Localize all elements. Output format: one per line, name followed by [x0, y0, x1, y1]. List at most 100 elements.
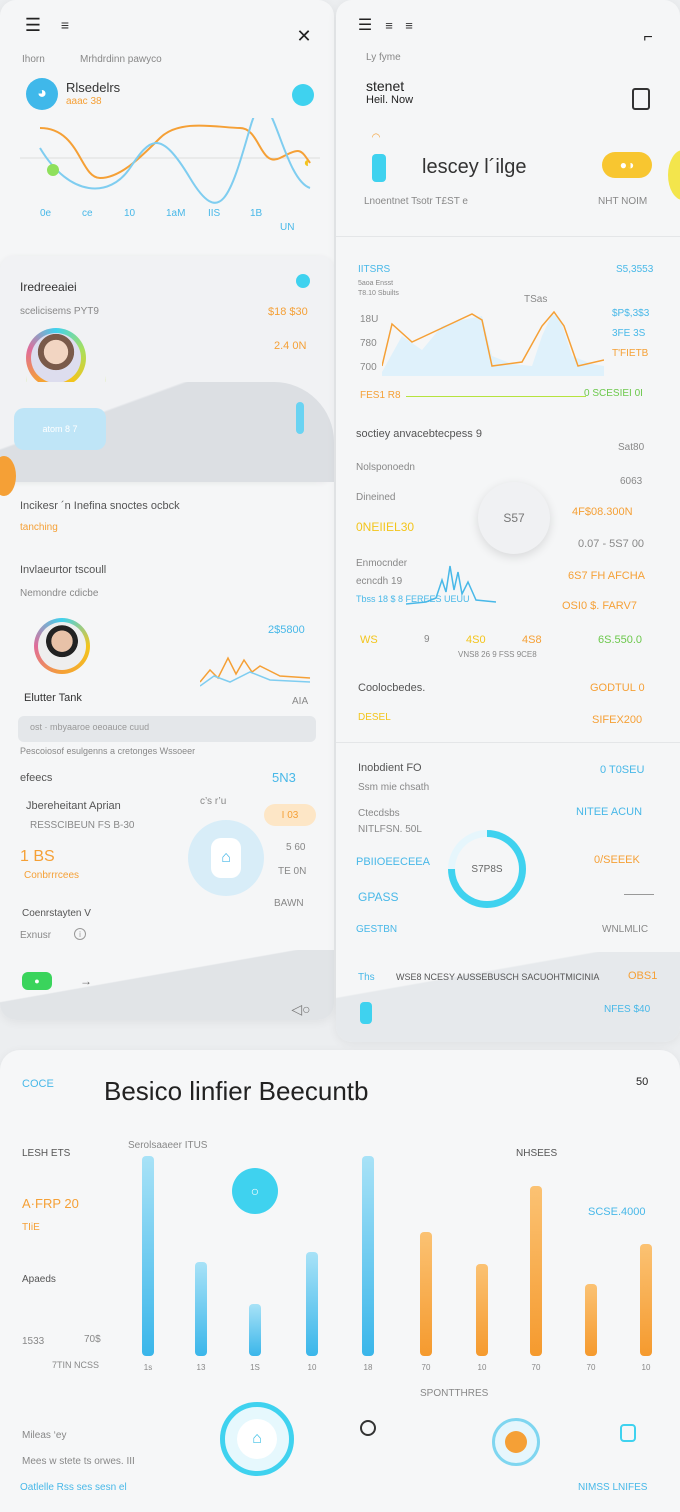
s5-r2: TE 0N — [278, 866, 307, 877]
bar[interactable] — [142, 1156, 154, 1356]
s4-caption: Pescoiosof esulgenns a cretonges Wssoeer — [20, 746, 196, 756]
s4-r4: GESTBN — [356, 924, 398, 935]
s2-r4-a: WS — [360, 634, 378, 646]
chart-left: IITSRS — [358, 264, 391, 275]
toggle-dot-icon[interactable] — [292, 84, 314, 106]
record-icon — [505, 1431, 527, 1453]
search-input[interactable]: ost · mbyaaroe oeoauce cuud — [18, 716, 316, 742]
list-icon[interactable]: ≡ — [56, 16, 74, 34]
pin-icon[interactable]: ◁○ — [286, 1000, 316, 1018]
bar[interactable] — [640, 1244, 652, 1356]
y-tick: 700 — [360, 362, 377, 373]
record-button[interactable] — [492, 1418, 540, 1466]
info-dot-icon[interactable] — [296, 274, 310, 288]
footer-icon-label: Ths — [358, 972, 375, 983]
s2-row1v: 6063 — [620, 476, 643, 487]
s5-r1: 5 60 — [286, 842, 306, 853]
bar-charts: 1s 13 1S 10 18 70 10 70 70 10 — [142, 1156, 652, 1372]
f4: NIMSS LNIFES — [578, 1482, 648, 1493]
bar[interactable] — [585, 1284, 597, 1356]
x-tick-label: 70 — [532, 1363, 541, 1372]
ring-inner: S7P8S — [455, 837, 519, 901]
x-tick: ce — [82, 208, 93, 219]
sec3-sub: tanching — [20, 522, 58, 533]
s4-r1b: NITLFSN. 50L — [358, 824, 422, 835]
s5-line1: Jbereheitant Aprian — [26, 800, 121, 812]
bar[interactable] — [420, 1232, 432, 1356]
yellow-accent — [668, 150, 680, 200]
weather-icon: ◕ — [26, 78, 58, 110]
pill-button[interactable]: atom 8 7 — [14, 408, 106, 450]
x-rule — [406, 396, 586, 397]
s3-right: GODTUL 0 — [590, 682, 645, 694]
s4-r2: PBIIOEECEEA — [356, 856, 430, 868]
s2-r4-c: 4S0 — [466, 634, 486, 646]
x-right: 0 SCESIEI 0I — [584, 388, 643, 399]
x-tick: 1aM — [166, 208, 186, 219]
c2-val1: $18 $30 — [268, 306, 308, 318]
y-tick: 780 — [360, 338, 377, 349]
label: Ly fyme — [366, 52, 401, 63]
s2-row2v2: 4F$08.300N — [572, 506, 633, 518]
list-icon[interactable]: ≡ — [380, 16, 398, 34]
info-icon[interactable]: i — [74, 928, 86, 940]
x-tick-label: 10 — [642, 1363, 651, 1372]
s2-r4-b: 9 — [424, 634, 430, 645]
list2-icon[interactable]: ≡ — [400, 16, 418, 34]
x-tick-label: 10 — [308, 1363, 317, 1372]
big-sub: Conbrrrcees — [24, 870, 80, 881]
arrow-icon[interactable]: → — [76, 974, 96, 988]
card1-sub: aaac 38 — [66, 96, 102, 107]
phone-icon[interactable] — [360, 1002, 372, 1024]
home-icon: ⌂ — [237, 1419, 277, 1459]
x-tick-label: 1s — [144, 1363, 152, 1372]
s5-r3: BAWN — [274, 898, 304, 909]
s2-r4c: VNS8 26 9 FSS 9CE8 — [458, 650, 537, 659]
s5-l4: Exnusr — [20, 930, 52, 941]
slider-handle[interactable] — [296, 402, 304, 434]
bar[interactable] — [362, 1156, 374, 1356]
c2-sub: scelicisems PYT9 — [20, 306, 99, 317]
s2-r4-d: 4S8 — [522, 634, 542, 646]
menu-icon[interactable]: ☰ — [356, 16, 374, 34]
bar[interactable] — [530, 1186, 542, 1356]
shield-icon[interactable] — [620, 1424, 636, 1442]
x-tick-label: 70 — [587, 1363, 596, 1372]
s2-title: soctiey anvacebtecpess 9 — [356, 428, 482, 440]
x-tick: 10 — [124, 208, 136, 219]
bar[interactable] — [306, 1252, 318, 1356]
s4-r1v: NITEE ACUN — [576, 806, 643, 818]
card1-title: Rlsedelrs — [66, 80, 121, 95]
bar[interactable] — [195, 1262, 207, 1356]
stat-ring[interactable]: S57 — [478, 482, 550, 554]
bookmark-icon[interactable] — [632, 88, 650, 110]
bar[interactable] — [476, 1264, 488, 1356]
search-icon[interactable] — [360, 1420, 376, 1436]
person-avatar[interactable] — [34, 618, 90, 674]
sparkle-icon: ◠ — [371, 131, 381, 143]
right-sub: Lnoentnet Tsotr T£ST e — [364, 196, 468, 207]
play-button[interactable]: ⌂ — [220, 1402, 294, 1476]
coin-icon[interactable]: ●◑ — [602, 152, 652, 178]
fingerprint-button[interactable]: ⌂ — [188, 820, 264, 896]
s4-sub: Ssm mie chsath — [358, 782, 430, 793]
bottom-panel: COCE Besico linfier Beecuntb 50 Serolsaa… — [0, 1050, 680, 1512]
x-tick: IIS — [208, 208, 221, 219]
y-tick: 18U — [360, 314, 379, 325]
edit-icon[interactable]: ⌐ — [638, 28, 658, 48]
mini-wave — [200, 656, 311, 687]
f2: Mees w stete ts orwes. III — [22, 1456, 135, 1467]
green-toggle[interactable]: ● — [22, 972, 52, 990]
progress-ring[interactable]: S7P8S — [448, 830, 526, 908]
s2-row3b: ecncdh 19 — [356, 576, 403, 587]
f1: Mileas ‘ey — [22, 1430, 67, 1441]
drink-icon[interactable] — [372, 154, 386, 182]
footer-band — [336, 952, 680, 1042]
footer-line1: WSE8 NCESY AUSSEBUSCH SACUOHTMICINIA — [396, 972, 600, 982]
bar[interactable] — [249, 1304, 261, 1356]
avatar — [38, 622, 86, 670]
close-icon[interactable]: ✕ — [294, 26, 314, 46]
input-text: ost · mbyaaroe oeoauce cuud — [30, 722, 150, 732]
menu-icon[interactable]: ☰ — [22, 15, 44, 35]
s5-icons: c’s r’u — [200, 796, 227, 807]
